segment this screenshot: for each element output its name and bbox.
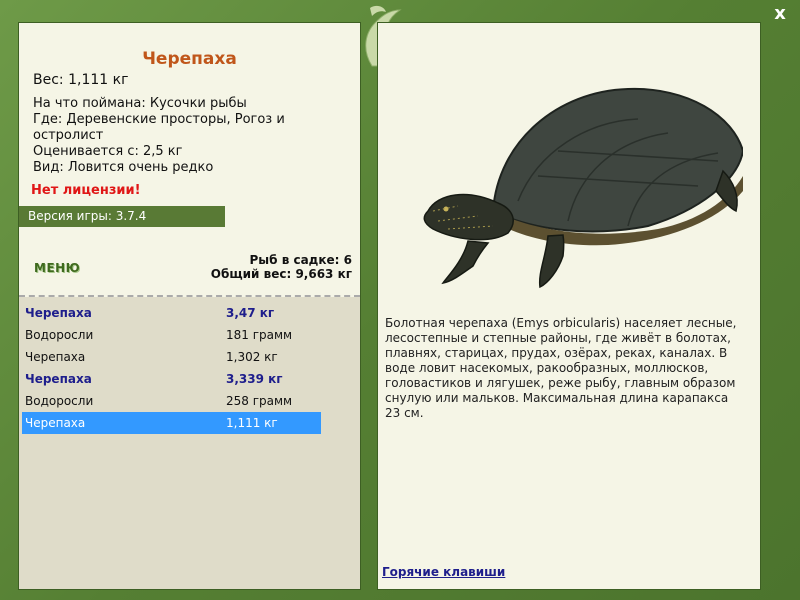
- sack-total-weight: Общий вес: 9,663 кг: [210, 267, 352, 281]
- list-item[interactable]: Водоросли 181 грамм: [22, 324, 321, 346]
- catch-value: 3,47 кг: [226, 306, 275, 320]
- hotkeys-link[interactable]: Горячие клавиши: [382, 565, 505, 579]
- catch-name: Черепаха: [25, 350, 86, 364]
- location-text: Где: Деревенские просторы, Рогоз и остро…: [33, 112, 285, 143]
- catch-name: Водоросли: [25, 394, 94, 408]
- fish-info-panel: Черепаха Вес: 1,111 кг На что поймана: К…: [18, 22, 361, 590]
- sack-stats: Рыб в садке: 6 Общий вес: 9,663 кг: [211, 253, 352, 281]
- catch-name: Черепаха: [25, 306, 92, 320]
- catch-value: 1,302 кг: [226, 350, 278, 364]
- fish-title: Черепаха: [142, 49, 237, 69]
- list-item[interactable]: Черепаха 3,47 кг: [22, 302, 321, 324]
- sack-count: Рыб в садке: 6: [249, 253, 353, 267]
- caught-on-text: На что поймана: Кусочки рыбы: [33, 96, 247, 111]
- close-button[interactable]: x: [770, 4, 790, 24]
- catch-value: 1,111 кг: [226, 416, 278, 430]
- catch-name: Черепаха: [25, 416, 86, 430]
- fish-weight: Вес: 1,111 кг: [33, 72, 129, 88]
- version-label: Версия игры: 3.7.4: [19, 206, 225, 227]
- list-item[interactable]: Водоросли 258 грамм: [22, 390, 321, 412]
- catch-value: 181 грамм: [226, 328, 293, 342]
- catch-name: Черепаха: [25, 372, 92, 386]
- catch-list: Черепаха 3,47 кг Водоросли 181 грамм Чер…: [19, 297, 360, 589]
- menu-button[interactable]: МЕНЮ: [34, 261, 80, 275]
- turtle-image: [423, 87, 743, 289]
- list-item[interactable]: Черепаха 1,302 кг: [22, 346, 321, 368]
- catch-name: Водоросли: [25, 328, 94, 342]
- value-text: Оценивается с: 2,5 кг: [33, 144, 183, 159]
- fish-picture-panel: Болотная черепаха (Emys orbicularis) нас…: [377, 22, 761, 590]
- list-item[interactable]: Черепаха 3,339 кг: [22, 368, 321, 390]
- list-item[interactable]: Черепаха 1,111 кг: [22, 412, 321, 434]
- fish-details: На что поймана: Кусочки рыбы Где: Дереве…: [33, 96, 323, 176]
- game-window: x Черепаха Вес: 1,111 кг На что поймана:…: [0, 0, 800, 600]
- catch-value: 258 грамм: [226, 394, 293, 408]
- catch-value: 3,339 кг: [226, 372, 283, 386]
- kind-text: Вид: Ловится очень редко: [33, 160, 214, 175]
- fish-description: Болотная черепаха (Emys orbicularis) нас…: [385, 316, 737, 420]
- license-warning: Нет лицензии!: [31, 183, 141, 198]
